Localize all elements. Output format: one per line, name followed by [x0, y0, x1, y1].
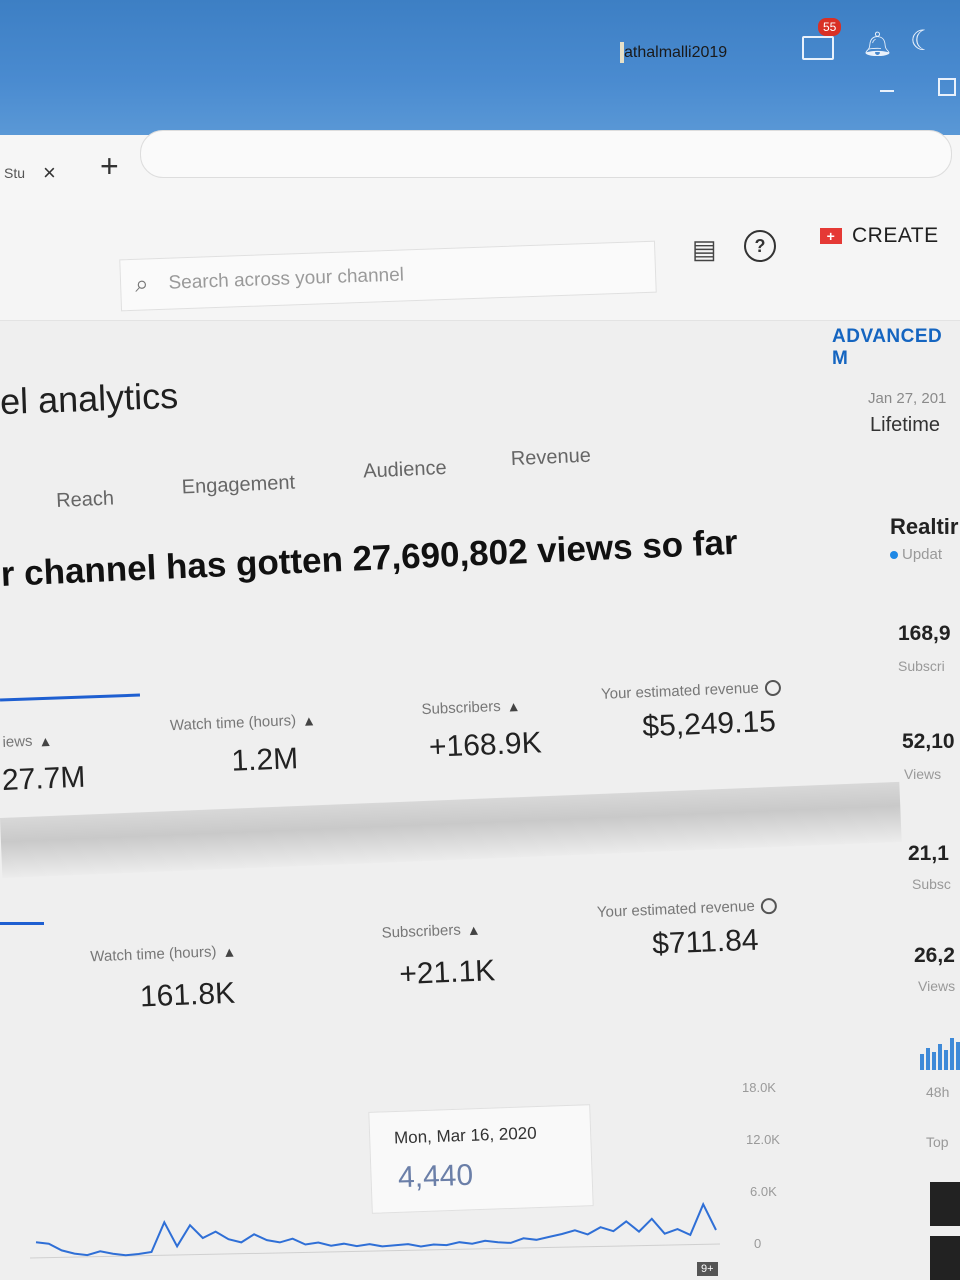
notification-badge: 55 — [818, 18, 842, 36]
tab-audience[interactable]: Audience — [363, 457, 447, 484]
create-button[interactable]: + CREATE — [820, 224, 939, 248]
period-metrics: Watch time (hours) ▲ 161.8K Subscribers ▲ … — [0, 865, 885, 1040]
advanced-mode-link[interactable]: ADVANCED M — [832, 326, 960, 370]
search-icon: ⌕ — [134, 270, 150, 298]
metric-watch-time-value: 161.8K — [139, 976, 236, 1014]
system-bar — [0, 0, 960, 135]
chart-tooltip — [368, 1104, 594, 1214]
video-add-icon: + — [820, 228, 842, 244]
clock-icon — [760, 897, 778, 914]
maximize-icon[interactable] — [938, 78, 956, 96]
metric-subscribers-value: +168.9K — [428, 726, 543, 764]
realtime-title: Realtir — [890, 514, 959, 539]
tab-revenue[interactable]: Revenue — [510, 445, 591, 471]
period-select[interactable]: Lifetime — [870, 414, 940, 437]
realtime-subscribers-value: 168,9 — [898, 622, 951, 645]
metric-watch-time-label[interactable]: Watch time (hours) ▲ — [90, 943, 237, 965]
tab-engagement[interactable]: Engagement — [181, 472, 295, 500]
mail-icon[interactable] — [802, 36, 834, 60]
y-axis-ticks: 18.0K 12.0K 6.0K 0 — [742, 1080, 780, 1251]
clock-icon — [764, 679, 782, 696]
realtime-subscribers-48h-label: Subsc — [912, 876, 951, 892]
realtime-subscribers-48h-value: 21,1 — [908, 842, 949, 865]
warning-icon: ▲ — [466, 921, 481, 938]
moon-icon[interactable]: ☾ — [910, 24, 935, 57]
realtime-views-48h-label: Views — [918, 978, 956, 994]
realtime-subscribers-label: Subscri — [898, 658, 945, 674]
warning-icon: ▲ — [506, 697, 521, 715]
analytics-tabs: Reach Engagement Audience Revenue — [54, 426, 613, 512]
help-icon[interactable]: ? — [744, 230, 776, 262]
browser-tab[interactable]: Stu × — [0, 150, 84, 196]
realtime-views-48h-value: 26,2 — [914, 944, 955, 967]
y-tick-label: 0 — [754, 1236, 761, 1251]
tab-title: Stu — [4, 165, 26, 181]
tooltip-value: 4,440 — [397, 1158, 474, 1195]
y-tick-label: 18.0K — [742, 1080, 776, 1095]
live-dot-icon — [890, 551, 898, 559]
minimize-icon[interactable] — [880, 90, 894, 92]
user-account[interactable]: athalmalli2019 — [620, 42, 728, 63]
realtime-status: Updat — [890, 546, 942, 563]
metric-views-value: 27.7M — [1, 760, 87, 797]
chart-badge: 9+ — [697, 1262, 718, 1276]
page-title: el analytics — [0, 374, 179, 423]
address-bar[interactable] — [140, 130, 952, 178]
realtime-views-label: Views — [904, 766, 942, 782]
new-tab-button[interactable]: + — [100, 148, 119, 185]
metric-subscribers-label[interactable]: Subscribers ▲ — [381, 921, 481, 941]
date-range: Jan 27, 201 — [868, 390, 947, 407]
y-tick-label: 12.0K — [746, 1132, 780, 1147]
metric-views-label[interactable]: iews ▲ — [2, 732, 53, 750]
create-label: CREATE — [852, 224, 939, 247]
views-headline: r channel has gotten 27,690,802 views so… — [0, 522, 739, 594]
y-tick-label: 6.0K — [750, 1184, 777, 1199]
close-icon[interactable]: × — [43, 160, 56, 186]
realtime-status-text: Updat — [902, 546, 943, 563]
metric-revenue-value: $5,249.15 — [641, 704, 777, 744]
warning-icon: ▲ — [38, 732, 53, 749]
metric-subscribers-label[interactable]: Subscribers ▲ — [421, 697, 521, 718]
metric-watch-time-label[interactable]: Watch time (hours) ▲ — [170, 711, 317, 734]
feedback-icon[interactable]: ▤ — [692, 234, 717, 265]
warning-icon: ▲ — [222, 943, 237, 960]
realtime-views-value: 52,10 — [902, 730, 955, 753]
metric-subscribers-value: +21.1K — [398, 954, 496, 992]
warning-icon: ▲ — [301, 711, 317, 729]
tab-reach[interactable]: Reach — [56, 487, 115, 512]
username: athalmalli2019 — [624, 44, 728, 61]
metric-watch-time-value: 1.2M — [230, 742, 299, 778]
metric-revenue-label[interactable]: Your estimated revenue — [601, 679, 782, 703]
x-axis-line — [29, 1243, 721, 1259]
metric-revenue-label[interactable]: Your estimated revenue — [597, 897, 778, 921]
search-input[interactable]: Search across your channel — [168, 264, 404, 294]
metric-revenue-value: $711.84 — [651, 923, 760, 961]
bell-icon[interactable]: 🔔︎ — [862, 30, 892, 59]
